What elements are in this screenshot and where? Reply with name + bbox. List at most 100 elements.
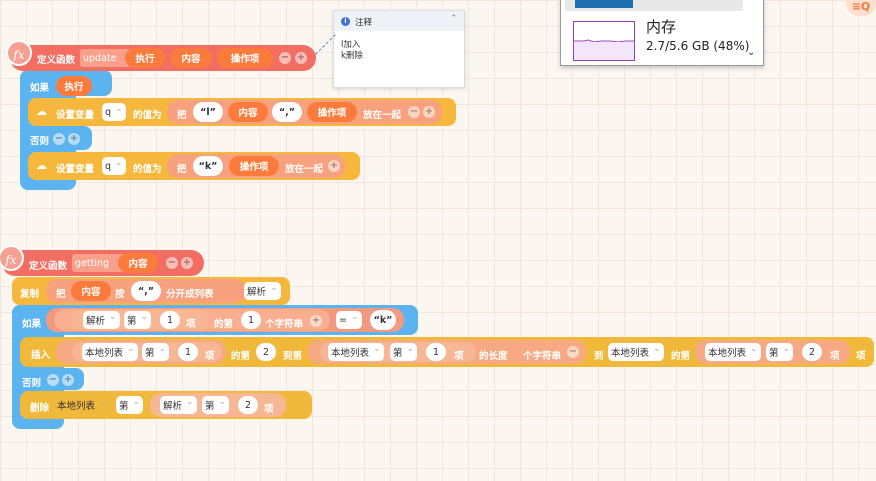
item-label: 项 xyxy=(454,351,464,362)
else-add-button[interactable]: + xyxy=(68,133,80,145)
nth-dropdown[interactable]: 第 xyxy=(116,396,144,414)
char-index-field[interactable]: 1 xyxy=(241,311,261,329)
set-variable-label: 设置变量 xyxy=(56,110,95,121)
take-label: 把 xyxy=(56,289,66,300)
memory-popup: 内存 2.7/5.6 GB (48%) ⌄ xyxy=(560,0,764,66)
to-nth-label: 到第 xyxy=(283,351,303,362)
condition-execute[interactable]: 执行 xyxy=(56,76,92,96)
search-list-icon[interactable]: ≡Q xyxy=(846,0,876,16)
info-icon: i xyxy=(341,17,350,26)
remove-button[interactable]: − xyxy=(567,346,579,358)
memory-graph xyxy=(573,21,635,61)
local-list-dropdown[interactable]: 本地列表 xyxy=(82,343,138,361)
param-content[interactable]: 内容 xyxy=(170,48,212,68)
variable-q-dropdown[interactable]: q xyxy=(102,103,126,121)
nth-dropdown[interactable]: 第 xyxy=(142,343,170,361)
list-dropdown[interactable]: 解析 xyxy=(244,282,281,300)
join-label: 放在一起 xyxy=(363,110,402,121)
string-comma[interactable]: “,” xyxy=(272,102,302,122)
local-list-dropdown[interactable]: 本地列表 xyxy=(705,343,761,361)
collapse-icon[interactable]: ⌃ xyxy=(450,14,458,24)
string-comma[interactable]: “,” xyxy=(131,281,161,301)
list-dropdown[interactable]: 解析 xyxy=(83,311,120,329)
nth-dropdown[interactable]: 第 xyxy=(202,396,230,414)
take-label: 把 xyxy=(177,110,187,121)
index-field[interactable]: 2 xyxy=(802,343,822,361)
local-list-dropdown[interactable]: 本地列表 xyxy=(328,343,384,361)
of-nth-label: 的第 xyxy=(671,351,691,362)
to-label: 到 xyxy=(594,351,604,362)
param-content[interactable]: 内容 xyxy=(118,253,158,273)
equals-dropdown[interactable]: = xyxy=(336,311,362,329)
by-label: 按 xyxy=(115,289,125,300)
index-field[interactable]: 1 xyxy=(426,343,446,361)
if-label: 如果 xyxy=(22,319,42,330)
param-operation[interactable]: 操作项 xyxy=(217,48,273,68)
remove-param-button[interactable]: − xyxy=(166,257,178,269)
var-content[interactable]: 内容 xyxy=(71,281,111,301)
memory-header-fill xyxy=(575,0,633,8)
char-label: 个字符串 xyxy=(265,319,304,330)
join-add-button[interactable]: + xyxy=(328,160,340,172)
define-label: 定义函数 xyxy=(37,55,76,66)
set-variable-label: 设置变量 xyxy=(56,164,95,175)
memory-label: 内存 xyxy=(646,18,677,36)
index-field[interactable]: 1 xyxy=(178,343,198,361)
comment-line-2: k删除 xyxy=(341,51,363,61)
function-name-field[interactable]: update xyxy=(80,49,132,67)
variable-q-dropdown[interactable]: q xyxy=(102,157,126,175)
join-remove-button[interactable]: − xyxy=(408,106,420,118)
string-k[interactable]: “k” xyxy=(370,310,396,330)
cloud-icon: ☁ xyxy=(36,105,47,118)
copy-label: 复制 xyxy=(20,289,40,300)
if-label: 如果 xyxy=(30,83,50,94)
of-nth-label: 的第 xyxy=(231,351,251,362)
insert-label: 插入 xyxy=(31,350,51,361)
else-remove-button[interactable]: − xyxy=(53,133,65,145)
comment-note[interactable]: i 注释 ⌃ l加入 k删除 xyxy=(333,10,465,88)
var-operation[interactable]: 操作项 xyxy=(229,156,279,176)
comment-title: 注释 xyxy=(355,18,373,28)
add-param-button[interactable]: + xyxy=(181,257,193,269)
item-label: 项 xyxy=(186,319,196,330)
remove-param-button[interactable]: − xyxy=(279,52,291,64)
item-label: 项 xyxy=(264,404,274,415)
scrollbar-down-arrow[interactable]: ⌄ xyxy=(747,47,755,58)
function-name-field[interactable]: getting xyxy=(72,254,124,272)
local-list-dropdown[interactable]: 本地列表 xyxy=(608,343,664,361)
join-add-button[interactable]: + xyxy=(423,106,435,118)
add-button[interactable]: + xyxy=(310,315,322,327)
param-execute[interactable]: 执行 xyxy=(125,48,165,68)
value-of-label: 的值为 xyxy=(133,110,162,121)
index-field[interactable]: 2 xyxy=(238,396,258,414)
length-label: 的长度 xyxy=(479,351,508,362)
local-list-dropdown[interactable]: 本地列表 xyxy=(54,396,110,414)
else-remove-button[interactable]: − xyxy=(47,374,59,386)
add-param-button[interactable]: + xyxy=(295,52,307,64)
define-label: 定义函数 xyxy=(29,261,68,272)
index-field[interactable]: 1 xyxy=(160,311,180,329)
list-dropdown[interactable]: 解析 xyxy=(160,396,197,414)
of-nth-label: 的第 xyxy=(214,319,234,330)
string-k[interactable]: “k” xyxy=(193,156,223,176)
item-label: 项 xyxy=(856,351,866,362)
nth-dropdown[interactable]: 第 xyxy=(390,343,418,361)
string-l[interactable]: “l” xyxy=(193,102,223,122)
delete-label: 删除 xyxy=(30,403,50,414)
var-content[interactable]: 内容 xyxy=(228,102,268,122)
else-label: 否则 xyxy=(22,378,42,389)
nth-dropdown[interactable]: 第 xyxy=(124,311,152,329)
split-label: 分开成列表 xyxy=(166,289,214,300)
char-label: 个字符串 xyxy=(523,351,562,362)
item-label: 项 xyxy=(830,351,840,362)
value-of-label: 的值为 xyxy=(133,164,162,175)
function-icon: fx xyxy=(6,40,32,66)
else-add-button[interactable]: + xyxy=(62,374,74,386)
char-index-field[interactable]: 2 xyxy=(256,343,276,361)
cloud-icon: ☁ xyxy=(36,159,47,172)
nth-dropdown[interactable]: 第 xyxy=(766,343,794,361)
take-label: 把 xyxy=(177,164,187,175)
else-label: 否则 xyxy=(30,136,50,147)
var-operation[interactable]: 操作项 xyxy=(307,102,357,122)
join-label: 放在一起 xyxy=(285,164,324,175)
